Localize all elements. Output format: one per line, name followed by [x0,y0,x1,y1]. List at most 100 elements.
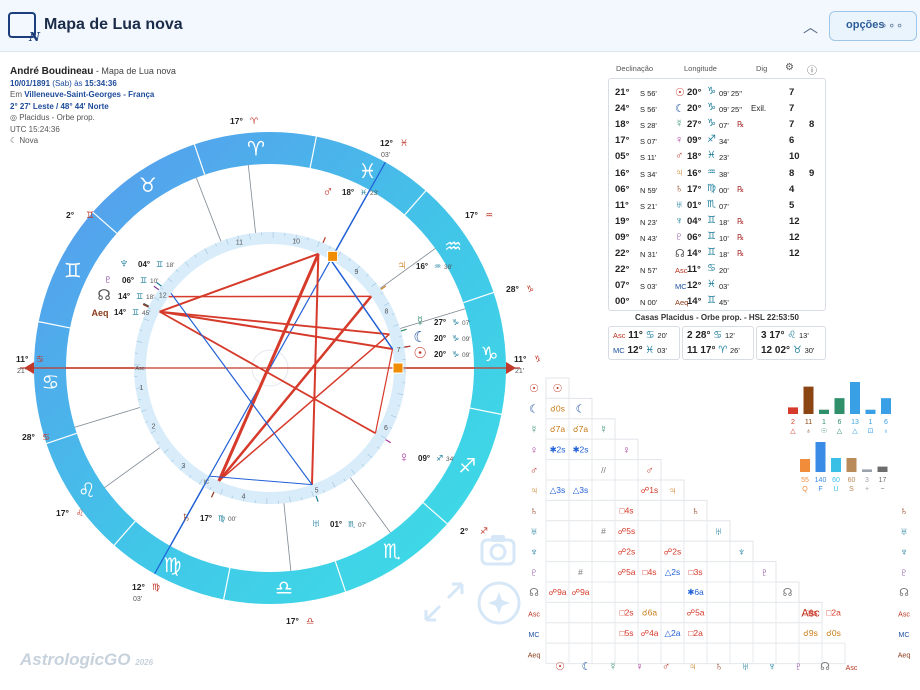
grid-cell[interactable] [591,540,616,563]
grid-cell[interactable] [545,520,570,542]
planet-glyph: ♃ [396,257,407,274]
cell-gl: ☿ [675,118,684,131]
stat-value-top: 1 [822,419,826,426]
cusp-degree: 17° [56,508,69,518]
grid-cell[interactable] [683,520,708,542]
planet-minutes: 09' [462,336,470,343]
grid-cell[interactable] [729,581,754,603]
grid-cell[interactable] [729,561,754,583]
grid-cell[interactable] [660,581,685,603]
grid-cell[interactable] [614,459,639,481]
aspect-symbol: △3s [550,485,566,495]
grid-cell[interactable] [545,622,570,644]
grid-cell[interactable] [752,581,777,603]
gear-icon[interactable]: ⚙ [785,62,794,73]
expand-icon[interactable] [422,580,466,624]
zodiac-sign-3: ♊ [64,258,82,282]
house-number-4: 4 [242,493,246,500]
house-minutes: 20' [657,331,668,340]
cusp-sign: ♓ [400,138,408,148]
grid-cell[interactable] [775,601,800,624]
grid-cell[interactable] [660,520,685,542]
grid-cell[interactable] [775,622,800,644]
aspect-symbol: □2a [688,628,703,638]
cell-sg: ♊ [707,214,716,226]
grid-cell[interactable] [637,499,662,522]
grid-cell[interactable] [660,499,685,522]
grid-diag-glyph: ☉ [553,383,563,395]
cell-n1: 4 [789,183,795,195]
cusp-label: 17° ♎ [286,616,314,626]
cell-rt: ℞ [737,120,745,130]
grid-cell[interactable] [706,601,731,624]
grid-cell[interactable] [591,561,616,583]
collapse-chevron-icon[interactable]: ︿ [803,16,818,37]
aspect-symbol: △2s [665,567,681,577]
grid-cell[interactable] [591,479,616,501]
house-entry: 11 17° ♈ 26' [687,345,740,356]
grid-cell[interactable] [568,622,593,644]
grid-cell[interactable] [752,601,777,624]
cell-lm: 03' [719,282,729,292]
grid-cell[interactable] [637,540,662,563]
chart-wheel[interactable]: ♈♉♊♋♌♍♎♏♐♑♒♓123456789101112AscDscMCIC11°… [0,52,540,657]
grid-cell[interactable] [706,561,731,583]
grid-cell[interactable] [660,601,685,624]
grid-cell[interactable] [637,520,662,542]
grid-cell[interactable] [706,581,731,603]
stat-bar-top [788,407,798,414]
grid-cell[interactable] [752,622,777,644]
camera-icon[interactable] [478,532,520,572]
cell-rt: ℞ [737,184,745,194]
aspect-symbol: ☍9a [571,587,589,597]
grid-cell[interactable] [729,622,754,644]
house-id: 12 [761,345,773,356]
house-id: Asc [613,331,626,340]
zodiac-sign-5: ♌ [78,478,96,502]
info-icon[interactable]: ⓘ [807,62,817,77]
grid-cell[interactable] [591,499,616,522]
cell-n1: 7 [789,87,795,98]
grid-cell[interactable] [545,601,570,624]
grid-cell[interactable] [591,601,616,624]
options-button[interactable]: opções ∘∘∘ [829,11,917,41]
grid-cell[interactable] [568,499,593,522]
planet-sign: ♏ [348,520,356,529]
grid-cell[interactable] [683,540,708,563]
aspect-grid[interactable]: ☉ ☉ ☾ ☾ ☿ ☿ ♀ ♀ ♂ ♂ ♃ ♃ ♄ ♄ ♄ ♅ ♅ ♅ ♆ ♆ ♆ ♇ ♇ ♇ ☊ ☊ ☊ Asc Asc Asc MC MC… [520,372,920,690]
grid-cell[interactable] [706,540,731,563]
planet-sign: ♑ [452,350,459,359]
grid-cell[interactable] [706,622,731,644]
grid-cell[interactable] [614,479,639,501]
house-number-5: 5 [315,487,319,494]
grid-cell[interactable] [637,581,662,603]
table-row: 16° S 34' ♃ 16° ♒ 38' 8 9 [609,166,827,182]
grid-cell[interactable] [568,601,593,624]
cusp-degree: 11° [514,354,527,364]
grid-cell[interactable] [591,581,616,603]
grid-cell[interactable] [568,520,593,542]
stat-value-bottom: 140 [815,477,827,484]
planet-glyph: ♇ [102,271,113,288]
grid-cell[interactable] [614,581,639,603]
grid-cell[interactable] [545,540,570,563]
cell-gl: ☊ [675,248,685,260]
planet-glyph: ♆ [118,255,129,272]
grid-cell[interactable] [729,601,754,624]
grid-cell[interactable] [568,459,593,481]
grid-cell[interactable] [545,499,570,522]
grid-cell[interactable] [591,622,616,644]
cell-gl: Asc [675,266,688,276]
ai-sparkle-icon[interactable] [476,580,522,626]
grid-cell[interactable] [545,561,570,583]
grid-cell[interactable] [568,540,593,563]
house-number-9: 9 [355,269,359,276]
cusp-sign: ♑ [526,284,534,294]
cusp-label: 17° ♈ [230,116,259,126]
stat-value-bottom: 60 [848,477,856,484]
grid-cell[interactable] [545,459,570,481]
grid-cell[interactable] [591,438,616,461]
grid-diag-glyph: ♄ [691,506,699,518]
table-row: 07° S 03' MC 12° ♓ 03' [609,278,827,294]
planet-minutes: 10' [150,278,158,285]
